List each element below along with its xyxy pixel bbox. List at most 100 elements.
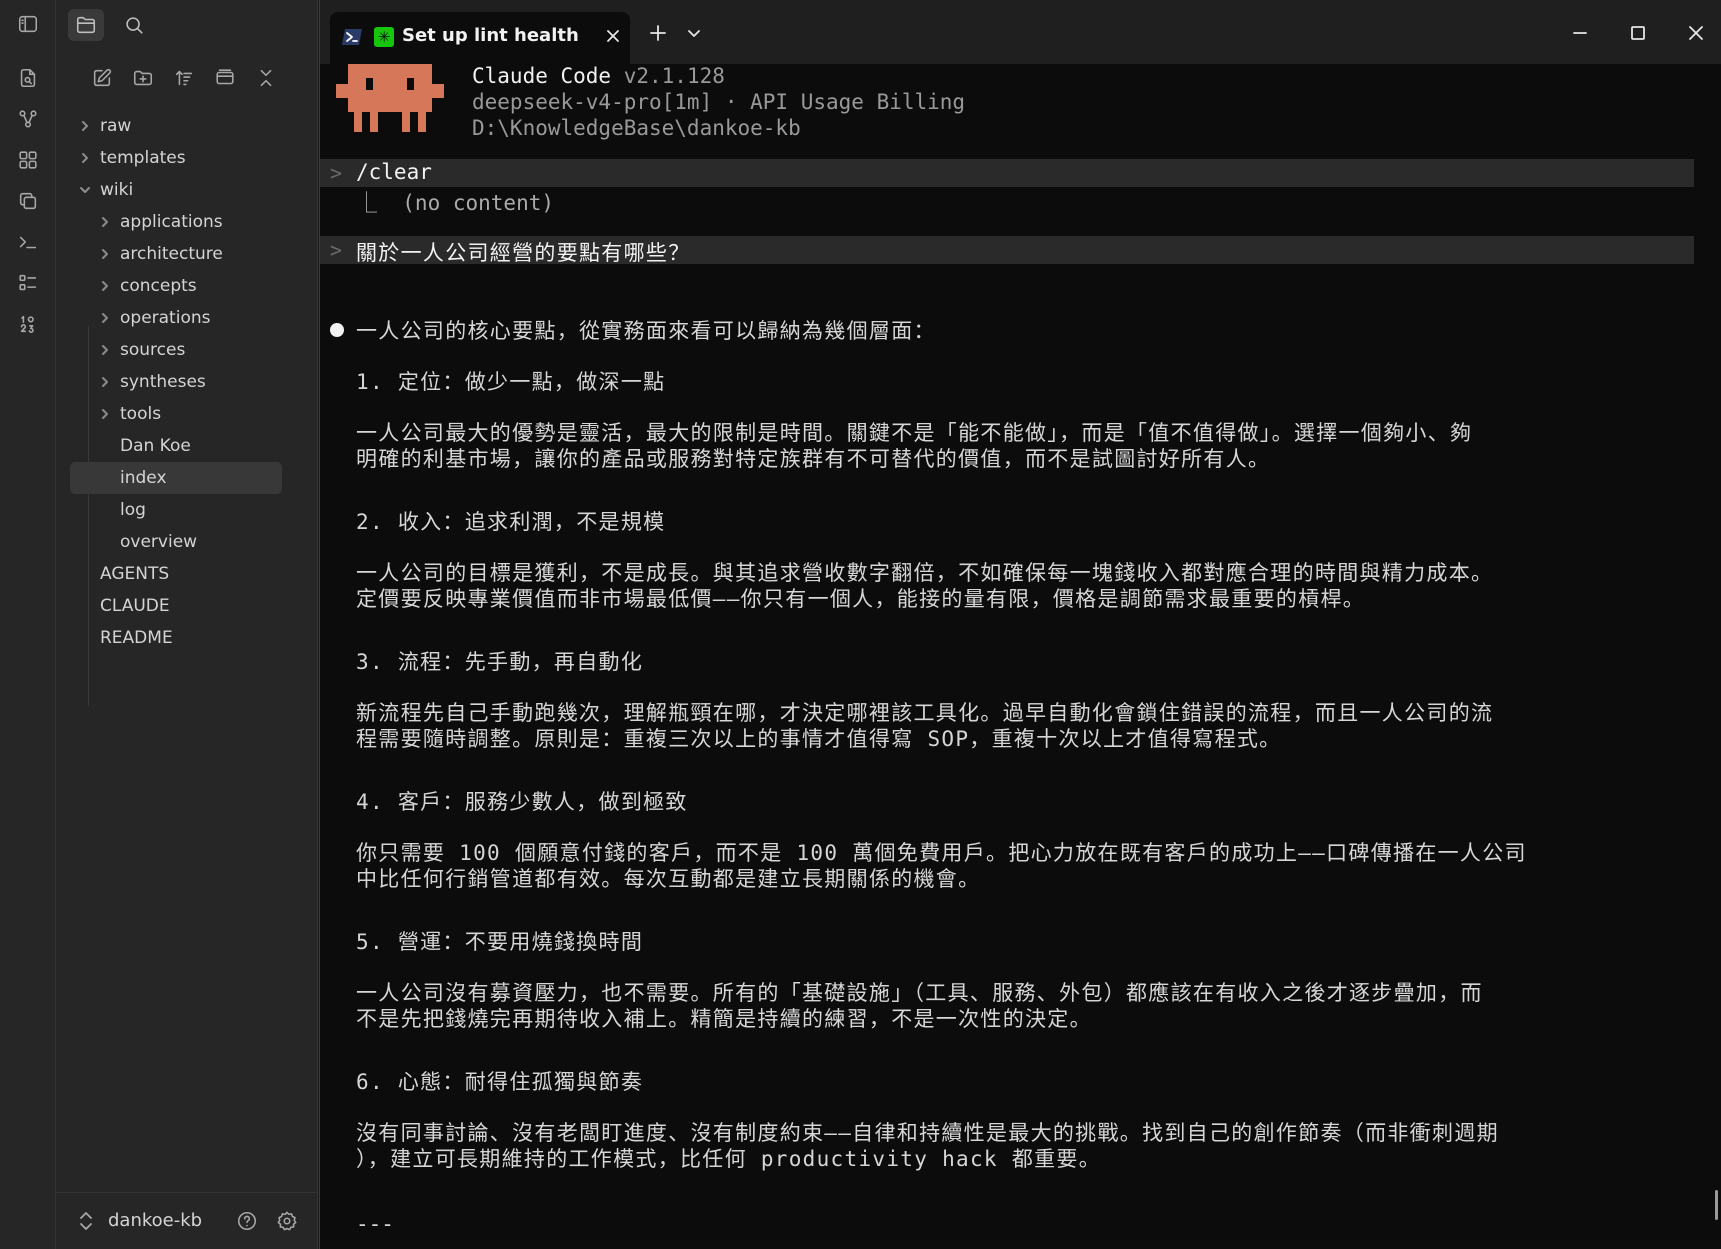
- section-heading: 3. 流程：先手動，再自動化: [356, 650, 644, 674]
- new-folder-icon[interactable]: [127, 62, 159, 94]
- vault-switcher-icon[interactable]: [78, 1211, 96, 1231]
- header-model-line: deepseek-v4-pro[1m] · API Usage Billing: [472, 90, 966, 114]
- claude-mascot-logo: [336, 64, 444, 134]
- claude-code-icon: ✳: [374, 27, 394, 47]
- minimize-icon[interactable]: [1567, 20, 1593, 46]
- section-body-line: 不是先把錢燒完再期待收入補上。精簡是持續的練習，不是一次性的決定。: [356, 1007, 1092, 1031]
- maximize-icon[interactable]: [1625, 20, 1651, 46]
- chevron-right-icon[interactable]: [98, 247, 112, 261]
- vault-footer: dankoe-kb: [56, 1192, 318, 1249]
- answer-intro: 一人公司的核心要點，從實務面來看可以歸納為幾個層面：: [356, 319, 936, 343]
- file-item[interactable]: overview: [98, 526, 304, 558]
- folder-item[interactable]: templates: [78, 142, 304, 174]
- section-body-line: 定價要反映專業價值而非市場最低價——你只有一個人，能接的量有限，價格是調節需求最…: [356, 587, 1366, 611]
- terminal-window: ✳ Set up lint health check: [319, 0, 1721, 1249]
- section-heading: 2. 收入：追求利潤，不是規模: [356, 510, 666, 534]
- outline-icon[interactable]: [12, 267, 44, 299]
- terminal-icon[interactable]: [12, 226, 44, 258]
- tree-item-label: sources: [120, 340, 186, 360]
- folder-item[interactable]: operations: [98, 302, 304, 334]
- chevron-down-icon[interactable]: [78, 183, 92, 197]
- sidebar-tab-header: [56, 0, 318, 52]
- file-item[interactable]: CLAUDE: [78, 590, 304, 622]
- folder-item[interactable]: applications: [98, 206, 304, 238]
- file-item[interactable]: Dan Koe: [98, 430, 304, 462]
- folder-item[interactable]: sources: [98, 334, 304, 366]
- window-close-icon[interactable]: [1683, 20, 1709, 46]
- file-item[interactable]: AGENTS: [78, 558, 304, 590]
- file-item[interactable]: index: [70, 462, 282, 494]
- section-heading: 4. 客戶：服務少數人，做到極致: [356, 790, 688, 814]
- open-quick-switcher-icon[interactable]: [12, 62, 44, 94]
- header-app-name: Claude Code: [472, 64, 612, 88]
- left-ribbon: [0, 0, 56, 1249]
- chevron-right-icon[interactable]: [98, 311, 112, 325]
- chevron-right-icon[interactable]: [98, 407, 112, 421]
- file-item[interactable]: log: [98, 494, 304, 526]
- folder-item[interactable]: concepts: [98, 270, 304, 302]
- header-path: D:\KnowledgeBase\dankoe-kb: [472, 116, 801, 140]
- terminal-output[interactable]: Claude Code v2.1.128 deepseek-v4-pro[1m]…: [320, 64, 1721, 1249]
- response-bullet-icon: [330, 323, 344, 337]
- section-body-line: 明確的利基市場，讓你的產品或服務對特定族群有不可替代的價值，而不是試圖討好所有人…: [356, 447, 1271, 471]
- chevron-right-icon[interactable]: [78, 151, 92, 165]
- chevron-right-icon[interactable]: [98, 215, 112, 229]
- collapse-all-icon[interactable]: [209, 62, 241, 94]
- tab-title: Set up lint health check: [402, 25, 582, 46]
- file-explorer-sidebar: raw templates wiki applications architecture…: [56, 0, 318, 1249]
- user-question: 關於一人公司經營的要點有哪些？: [356, 241, 691, 265]
- new-tab-plus-icon[interactable]: [645, 20, 671, 46]
- section-heading: 1. 定位：做少一點，做深一點: [356, 370, 666, 394]
- canvas-icon[interactable]: [12, 144, 44, 176]
- sidebar-toggle-icon[interactable]: [12, 8, 44, 40]
- tree-item-label: applications: [120, 212, 223, 232]
- chevron-right-icon[interactable]: [98, 343, 112, 357]
- scrollbar-thumb[interactable]: [1715, 1190, 1718, 1220]
- chevron-right-icon[interactable]: [98, 375, 112, 389]
- tree-item-label: README: [100, 628, 173, 648]
- tab-close-icon[interactable]: [604, 27, 622, 45]
- separator: ---: [356, 1212, 394, 1236]
- tab-dropdown-chevron-icon[interactable]: [681, 20, 707, 46]
- new-note-icon[interactable]: [86, 62, 118, 94]
- bookmarks-icon[interactable]: [12, 308, 44, 340]
- section-heading: 6. 心態：耐得住孤獨與節奏: [356, 1070, 644, 1094]
- tree-item-label: architecture: [120, 244, 223, 264]
- vault-name[interactable]: dankoe-kb: [108, 1210, 202, 1231]
- help-icon[interactable]: [234, 1208, 260, 1234]
- file-item[interactable]: README: [78, 622, 304, 654]
- terminal-tab[interactable]: ✳ Set up lint health check: [330, 12, 630, 64]
- tree-item-label: CLAUDE: [100, 596, 170, 616]
- folder-item[interactable]: syntheses: [98, 366, 304, 398]
- chevron-right-icon[interactable]: [78, 119, 92, 133]
- folder-item[interactable]: wiki: [78, 174, 304, 206]
- tree-item-label: index: [120, 468, 167, 488]
- powershell-icon: [342, 27, 364, 47]
- search-icon[interactable]: [116, 9, 152, 41]
- section-body-line: 中比任何行銷管道都有效。每次互動都是建立長期關係的機會。: [356, 867, 981, 891]
- terminal-titlebar: ✳ Set up lint health check: [320, 0, 1721, 64]
- sort-icon[interactable]: [168, 62, 200, 94]
- section-heading: 5. 營運：不要用燒錢換時間: [356, 930, 644, 954]
- header-app-line: Claude Code v2.1.128: [472, 64, 725, 88]
- chevron-right-icon[interactable]: [98, 279, 112, 293]
- prompt-mark: >: [330, 238, 343, 262]
- folder-item[interactable]: tools: [98, 398, 304, 430]
- templates-icon[interactable]: [12, 185, 44, 217]
- tree-item-label: syntheses: [120, 372, 206, 392]
- files-icon[interactable]: [68, 9, 104, 41]
- tree-item-label: raw: [100, 116, 132, 136]
- settings-gear-icon[interactable]: [274, 1208, 300, 1234]
- clear-result: ⎿ (no content): [356, 191, 555, 215]
- section-body-line: ），建立可長期維持的工作模式，比任何 productivity hack 都重要…: [356, 1147, 1102, 1171]
- close-icon[interactable]: [250, 62, 282, 94]
- prompt-mark: >: [330, 161, 343, 185]
- tree-item-label: operations: [120, 308, 211, 328]
- folder-item[interactable]: architecture: [98, 238, 304, 270]
- tree-item-label: overview: [120, 532, 198, 552]
- tree-item-label: tools: [120, 404, 162, 424]
- graph-view-icon[interactable]: [12, 103, 44, 135]
- folder-item[interactable]: raw: [78, 110, 304, 142]
- tree-item-label: concepts: [120, 276, 197, 296]
- tree-item-label: Dan Koe: [120, 436, 191, 456]
